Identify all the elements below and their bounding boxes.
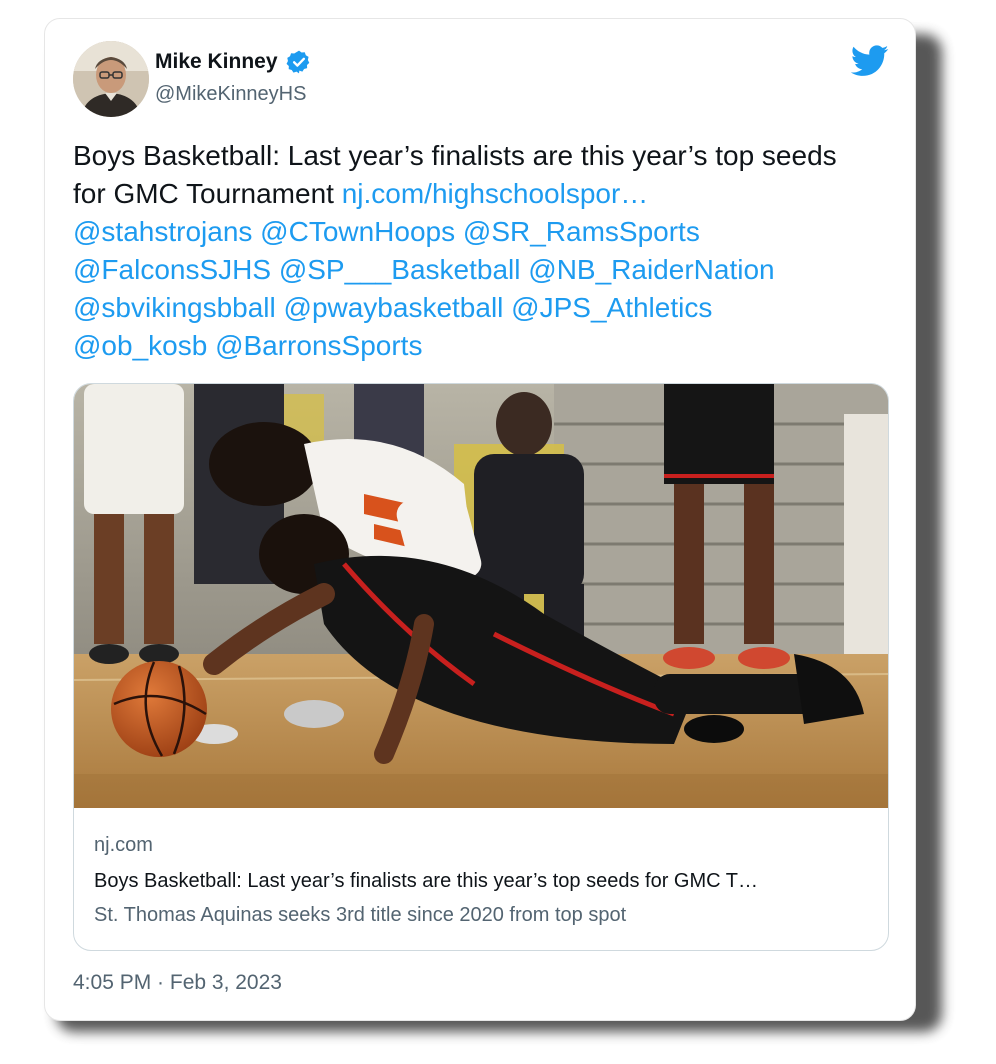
twitter-bird-icon[interactable]	[851, 45, 889, 77]
tweet-timestamp[interactable]: 4:05 PM · Feb 3, 2023	[73, 971, 282, 995]
mentions-line-4[interactable]: @ob_kosb @BarronsSports	[73, 330, 422, 361]
tweet-card[interactable]: Mike Kinney @MikeKinneyHS Boys Basketbal…	[44, 18, 916, 1021]
link-card-meta: nj.com Boys Basketball: Last year’s fina…	[94, 834, 870, 934]
mentions-line-2[interactable]: @FalconsSJHS @SP___Basketball @NB_Raider…	[73, 254, 775, 285]
author-handle[interactable]: @MikeKinneyHS	[155, 83, 306, 106]
link-preview-card[interactable]: nj.com Boys Basketball: Last year’s fina…	[73, 383, 889, 951]
link-card-domain: nj.com	[94, 834, 153, 856]
verified-badge-icon	[286, 50, 309, 74]
basketball-photo[interactable]	[74, 384, 889, 808]
link-card-title[interactable]: Boys Basketball: Last year’s finalists a…	[94, 870, 870, 900]
person-avatar-icon	[73, 41, 149, 117]
article-link[interactable]: nj.com/highschoolspor…	[342, 178, 649, 209]
mentions-line-3[interactable]: @sbvikingsbball @pwaybasketball @JPS_Ath…	[73, 292, 712, 323]
author-name-row: Mike Kinney	[155, 49, 312, 75]
author-avatar[interactable]	[73, 41, 149, 117]
author-name[interactable]: Mike Kinney	[155, 50, 278, 74]
mentions-line-1[interactable]: @stahstrojans @CTownHoops @SR_RamsSports	[73, 216, 700, 247]
tweet-text: Boys Basketball: Last year’s finalists a…	[73, 137, 873, 365]
link-card-description: St. Thomas Aquinas seeks 3rd title since…	[94, 904, 627, 926]
